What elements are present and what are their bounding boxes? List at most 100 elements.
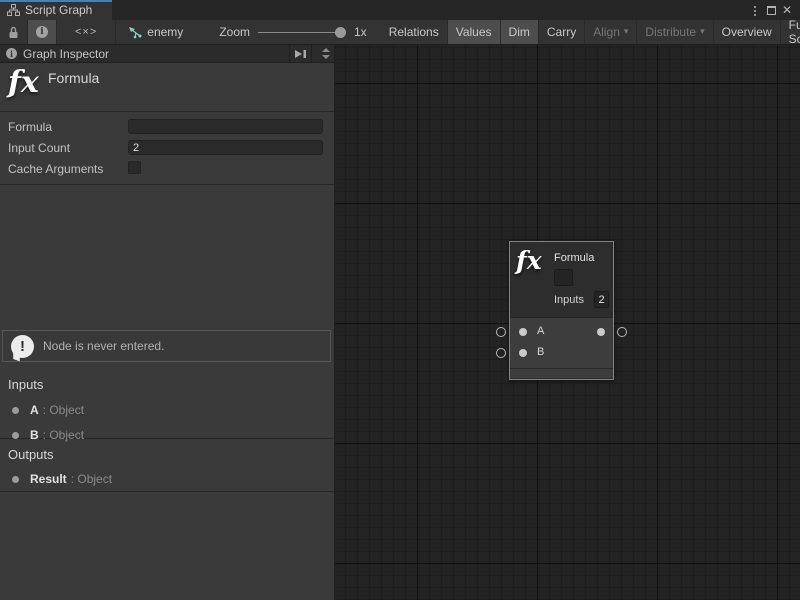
code-icon: <×>: [75, 26, 97, 38]
input-port-b[interactable]: [519, 349, 527, 357]
warning-text: Node is never entered.: [43, 339, 164, 353]
dock-button[interactable]: [289, 45, 312, 62]
formula-node-inputs-label: Inputs: [554, 294, 584, 306]
carry-label: Carry: [547, 25, 576, 39]
outputs-header: Outputs: [0, 440, 334, 462]
port-dot-icon: [12, 476, 19, 483]
tab-bar: Script Graph ✕: [0, 0, 800, 20]
lock-icon: [8, 26, 19, 39]
dim-label: Dim: [509, 25, 530, 39]
outputs-section: Outputs Result : Object: [0, 440, 334, 492]
port-name: A: [30, 403, 39, 417]
inspector-toggle-button[interactable]: i: [28, 20, 57, 44]
external-port-ring-result[interactable]: [617, 327, 627, 337]
zoom-label: Zoom: [219, 25, 250, 39]
input-port-a[interactable]: [519, 328, 527, 336]
values-button[interactable]: Values: [448, 20, 501, 44]
zoom-slider[interactable]: [258, 26, 346, 39]
overview-button[interactable]: Overview: [714, 20, 781, 44]
dock-icon: [294, 49, 307, 59]
external-port-ring-b[interactable]: [496, 348, 506, 358]
cache-arguments-field-label: Cache Arguments: [8, 162, 103, 176]
chevron-down-icon: ▾: [624, 27, 629, 37]
full-screen-label: Full Screen: [789, 18, 800, 46]
relations-label: Relations: [389, 25, 439, 39]
inspector-title: Graph Inspector: [23, 47, 283, 61]
formula-node-footer: [510, 368, 613, 378]
inputs-section: Inputs A : Object B : Object: [0, 370, 334, 439]
node-title-row: fx Formula: [0, 63, 334, 112]
output-port-result[interactable]: [597, 328, 605, 336]
graph-asset-icon: [128, 26, 142, 39]
input-count-field-row: Input Count: [0, 140, 334, 156]
port-name: Result: [30, 472, 67, 486]
port-dot-icon: [12, 432, 19, 439]
graph-asset-picker[interactable]: enemy: [116, 20, 193, 44]
graph-name-label: enemy: [147, 25, 183, 39]
scroll-spinner[interactable]: [318, 45, 334, 62]
full-screen-button[interactable]: Full Screen: [781, 20, 800, 44]
script-graph-icon: [7, 4, 20, 16]
input-count-input[interactable]: [128, 140, 323, 155]
distribute-button[interactable]: Distribute ▾: [637, 20, 713, 44]
code-view-button[interactable]: <×>: [57, 20, 116, 44]
window-menu-icon[interactable]: [749, 3, 761, 17]
window-controls: ✕: [749, 0, 800, 20]
port-dot-icon: [12, 407, 19, 414]
port-b-label: B: [537, 346, 544, 358]
zoom-slider-track: [258, 32, 346, 34]
carry-button[interactable]: Carry: [539, 20, 585, 44]
graph-canvas[interactable]: fx Formula Inputs 2 A B: [335, 45, 800, 600]
distribute-label: Distribute: [645, 25, 696, 39]
cache-arguments-checkbox[interactable]: [128, 161, 141, 174]
zoom-control: Zoom 1x: [193, 20, 376, 44]
formula-field-label: Formula: [8, 120, 52, 134]
chevron-down-icon: ▾: [700, 27, 705, 37]
warning-box: ! Node is never entered.: [2, 330, 331, 362]
formula-field-row: Formula: [0, 119, 334, 135]
dim-button[interactable]: Dim: [501, 20, 539, 44]
align-label: Align: [593, 25, 620, 39]
lock-button[interactable]: [0, 20, 28, 44]
input-port-row-a: A : Object: [0, 403, 334, 417]
close-icon[interactable]: ✕: [782, 4, 792, 16]
cache-arguments-field-row: Cache Arguments: [0, 161, 334, 177]
values-label: Values: [456, 25, 492, 39]
formula-node[interactable]: fx Formula Inputs 2 A B: [509, 241, 614, 380]
fx-icon: fx: [516, 246, 542, 275]
tab-label: Script Graph: [25, 3, 92, 17]
node-fields: Formula Input Count Cache Arguments: [0, 112, 334, 185]
input-count-field-label: Input Count: [8, 141, 70, 155]
toolbar-buttons: Relations Values Dim Carry Align ▾ Distr…: [381, 20, 800, 44]
formula-node-ports: A B: [510, 317, 613, 368]
port-row-a: A: [510, 322, 613, 343]
port-a-label: A: [537, 325, 544, 337]
scroll-up-icon[interactable]: [322, 48, 330, 52]
relations-button[interactable]: Relations: [381, 20, 448, 44]
fx-icon: fx: [8, 65, 39, 100]
overview-label: Overview: [722, 25, 772, 39]
output-port-row-result: Result : Object: [0, 472, 334, 486]
warning-icon: !: [11, 335, 34, 358]
formula-node-header[interactable]: fx Formula Inputs 2: [510, 242, 613, 317]
align-button[interactable]: Align ▾: [585, 20, 637, 44]
formula-node-expression-input[interactable]: [554, 269, 573, 286]
graph-inspector-header[interactable]: i Graph Inspector: [0, 45, 334, 63]
scroll-down-icon[interactable]: [322, 55, 330, 59]
inspector-info-icon: i: [6, 48, 17, 59]
graph-toolbar: i <×> enemy Zoom 1x Relations: [0, 20, 800, 45]
graph-inspector-panel: i Graph Inspector fx Formula Formula: [0, 45, 335, 600]
formula-node-inputs-count[interactable]: 2: [594, 291, 609, 308]
formula-input[interactable]: [128, 119, 323, 134]
port-type: : Object: [43, 403, 84, 417]
zoom-value: 1x: [354, 25, 367, 39]
info-icon: i: [36, 26, 48, 38]
node-type-title: Formula: [48, 70, 99, 86]
tab-script-graph[interactable]: Script Graph: [0, 0, 112, 20]
port-type: : Object: [71, 472, 112, 486]
zoom-slider-handle[interactable]: [335, 27, 346, 38]
script-graph-window: Script Graph ✕ i <×>: [0, 0, 800, 600]
maximize-icon[interactable]: [767, 6, 776, 15]
external-port-ring-a[interactable]: [496, 327, 506, 337]
formula-node-title: Formula: [554, 252, 594, 264]
